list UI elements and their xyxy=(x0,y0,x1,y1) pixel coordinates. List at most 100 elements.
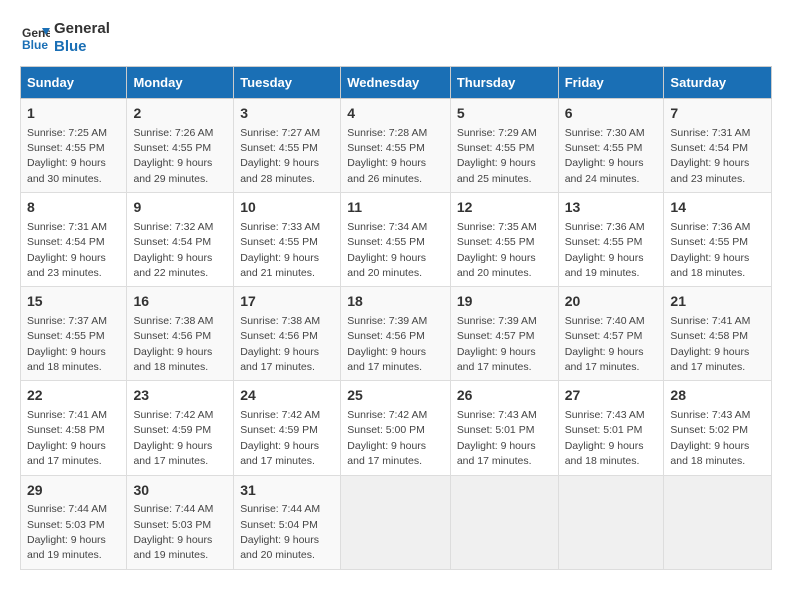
day-number: 13 xyxy=(565,198,658,218)
day-cell: 28 Sunrise: 7:43 AM Sunset: 5:02 PM Dayl… xyxy=(664,381,772,475)
day-number: 9 xyxy=(133,198,227,218)
logo-line1: General xyxy=(54,20,110,38)
day-cell: 27 Sunrise: 7:43 AM Sunset: 5:01 PM Dayl… xyxy=(558,381,664,475)
day-info: Sunrise: 7:39 AM Sunset: 4:57 PM Dayligh… xyxy=(457,315,537,373)
day-cell: 17 Sunrise: 7:38 AM Sunset: 4:56 PM Dayl… xyxy=(234,287,341,381)
day-cell xyxy=(341,475,451,569)
day-info: Sunrise: 7:44 AM Sunset: 5:04 PM Dayligh… xyxy=(240,503,320,561)
day-info: Sunrise: 7:38 AM Sunset: 4:56 PM Dayligh… xyxy=(240,315,320,373)
day-number: 31 xyxy=(240,481,334,501)
day-info: Sunrise: 7:32 AM Sunset: 4:54 PM Dayligh… xyxy=(133,221,213,279)
week-row-1: 1 Sunrise: 7:25 AM Sunset: 4:55 PM Dayli… xyxy=(21,99,772,193)
day-number: 19 xyxy=(457,292,552,312)
day-cell: 22 Sunrise: 7:41 AM Sunset: 4:58 PM Dayl… xyxy=(21,381,127,475)
day-cell: 18 Sunrise: 7:39 AM Sunset: 4:56 PM Dayl… xyxy=(341,287,451,381)
day-info: Sunrise: 7:36 AM Sunset: 4:55 PM Dayligh… xyxy=(565,221,645,279)
header-tuesday: Tuesday xyxy=(234,67,341,99)
day-cell: 14 Sunrise: 7:36 AM Sunset: 4:55 PM Dayl… xyxy=(664,193,772,287)
day-info: Sunrise: 7:42 AM Sunset: 4:59 PM Dayligh… xyxy=(240,409,320,467)
day-number: 3 xyxy=(240,104,334,124)
day-number: 24 xyxy=(240,386,334,406)
day-info: Sunrise: 7:28 AM Sunset: 4:55 PM Dayligh… xyxy=(347,127,427,185)
day-number: 2 xyxy=(133,104,227,124)
day-cell: 30 Sunrise: 7:44 AM Sunset: 5:03 PM Dayl… xyxy=(127,475,234,569)
day-cell xyxy=(664,475,772,569)
day-info: Sunrise: 7:36 AM Sunset: 4:55 PM Dayligh… xyxy=(670,221,750,279)
day-number: 4 xyxy=(347,104,444,124)
day-info: Sunrise: 7:34 AM Sunset: 4:55 PM Dayligh… xyxy=(347,221,427,279)
day-info: Sunrise: 7:43 AM Sunset: 5:01 PM Dayligh… xyxy=(565,409,645,467)
day-number: 26 xyxy=(457,386,552,406)
day-info: Sunrise: 7:44 AM Sunset: 5:03 PM Dayligh… xyxy=(133,503,213,561)
day-number: 11 xyxy=(347,198,444,218)
day-info: Sunrise: 7:26 AM Sunset: 4:55 PM Dayligh… xyxy=(133,127,213,185)
week-row-2: 8 Sunrise: 7:31 AM Sunset: 4:54 PM Dayli… xyxy=(21,193,772,287)
header-friday: Friday xyxy=(558,67,664,99)
day-number: 25 xyxy=(347,386,444,406)
day-info: Sunrise: 7:29 AM Sunset: 4:55 PM Dayligh… xyxy=(457,127,537,185)
day-number: 1 xyxy=(27,104,120,124)
day-cell: 20 Sunrise: 7:40 AM Sunset: 4:57 PM Dayl… xyxy=(558,287,664,381)
header-row: SundayMondayTuesdayWednesdayThursdayFrid… xyxy=(21,67,772,99)
day-cell: 2 Sunrise: 7:26 AM Sunset: 4:55 PM Dayli… xyxy=(127,99,234,193)
day-number: 14 xyxy=(670,198,765,218)
day-info: Sunrise: 7:30 AM Sunset: 4:55 PM Dayligh… xyxy=(565,127,645,185)
calendar-table: SundayMondayTuesdayWednesdayThursdayFrid… xyxy=(20,66,772,570)
day-cell: 8 Sunrise: 7:31 AM Sunset: 4:54 PM Dayli… xyxy=(21,193,127,287)
week-row-3: 15 Sunrise: 7:37 AM Sunset: 4:55 PM Dayl… xyxy=(21,287,772,381)
day-cell: 25 Sunrise: 7:42 AM Sunset: 5:00 PM Dayl… xyxy=(341,381,451,475)
day-cell: 6 Sunrise: 7:30 AM Sunset: 4:55 PM Dayli… xyxy=(558,99,664,193)
day-cell: 13 Sunrise: 7:36 AM Sunset: 4:55 PM Dayl… xyxy=(558,193,664,287)
day-number: 20 xyxy=(565,292,658,312)
header-wednesday: Wednesday xyxy=(341,67,451,99)
day-cell: 24 Sunrise: 7:42 AM Sunset: 4:59 PM Dayl… xyxy=(234,381,341,475)
logo-icon: General Blue xyxy=(20,23,50,53)
day-cell: 10 Sunrise: 7:33 AM Sunset: 4:55 PM Dayl… xyxy=(234,193,341,287)
day-cell: 31 Sunrise: 7:44 AM Sunset: 5:04 PM Dayl… xyxy=(234,475,341,569)
day-info: Sunrise: 7:37 AM Sunset: 4:55 PM Dayligh… xyxy=(27,315,107,373)
day-number: 5 xyxy=(457,104,552,124)
day-number: 17 xyxy=(240,292,334,312)
day-number: 27 xyxy=(565,386,658,406)
day-info: Sunrise: 7:43 AM Sunset: 5:01 PM Dayligh… xyxy=(457,409,537,467)
day-cell: 21 Sunrise: 7:41 AM Sunset: 4:58 PM Dayl… xyxy=(664,287,772,381)
day-cell xyxy=(558,475,664,569)
day-cell: 16 Sunrise: 7:38 AM Sunset: 4:56 PM Dayl… xyxy=(127,287,234,381)
day-cell: 11 Sunrise: 7:34 AM Sunset: 4:55 PM Dayl… xyxy=(341,193,451,287)
day-info: Sunrise: 7:38 AM Sunset: 4:56 PM Dayligh… xyxy=(133,315,213,373)
logo-line2: Blue xyxy=(54,38,110,56)
day-cell: 23 Sunrise: 7:42 AM Sunset: 4:59 PM Dayl… xyxy=(127,381,234,475)
day-cell: 26 Sunrise: 7:43 AM Sunset: 5:01 PM Dayl… xyxy=(450,381,558,475)
day-cell: 19 Sunrise: 7:39 AM Sunset: 4:57 PM Dayl… xyxy=(450,287,558,381)
day-info: Sunrise: 7:39 AM Sunset: 4:56 PM Dayligh… xyxy=(347,315,427,373)
header-sunday: Sunday xyxy=(21,67,127,99)
day-number: 16 xyxy=(133,292,227,312)
day-info: Sunrise: 7:44 AM Sunset: 5:03 PM Dayligh… xyxy=(27,503,107,561)
svg-text:Blue: Blue xyxy=(22,38,48,52)
day-number: 22 xyxy=(27,386,120,406)
day-number: 12 xyxy=(457,198,552,218)
header-thursday: Thursday xyxy=(450,67,558,99)
day-cell: 15 Sunrise: 7:37 AM Sunset: 4:55 PM Dayl… xyxy=(21,287,127,381)
logo: General Blue General Blue xyxy=(20,20,110,56)
day-number: 29 xyxy=(27,481,120,501)
day-cell: 1 Sunrise: 7:25 AM Sunset: 4:55 PM Dayli… xyxy=(21,99,127,193)
day-info: Sunrise: 7:33 AM Sunset: 4:55 PM Dayligh… xyxy=(240,221,320,279)
day-cell: 9 Sunrise: 7:32 AM Sunset: 4:54 PM Dayli… xyxy=(127,193,234,287)
day-cell: 29 Sunrise: 7:44 AM Sunset: 5:03 PM Dayl… xyxy=(21,475,127,569)
page-header: General Blue General Blue xyxy=(20,20,772,56)
day-info: Sunrise: 7:42 AM Sunset: 4:59 PM Dayligh… xyxy=(133,409,213,467)
day-cell: 7 Sunrise: 7:31 AM Sunset: 4:54 PM Dayli… xyxy=(664,99,772,193)
day-cell: 4 Sunrise: 7:28 AM Sunset: 4:55 PM Dayli… xyxy=(341,99,451,193)
day-number: 8 xyxy=(27,198,120,218)
day-info: Sunrise: 7:27 AM Sunset: 4:55 PM Dayligh… xyxy=(240,127,320,185)
day-info: Sunrise: 7:35 AM Sunset: 4:55 PM Dayligh… xyxy=(457,221,537,279)
week-row-5: 29 Sunrise: 7:44 AM Sunset: 5:03 PM Dayl… xyxy=(21,475,772,569)
day-number: 10 xyxy=(240,198,334,218)
day-number: 30 xyxy=(133,481,227,501)
day-number: 7 xyxy=(670,104,765,124)
day-number: 6 xyxy=(565,104,658,124)
day-info: Sunrise: 7:41 AM Sunset: 4:58 PM Dayligh… xyxy=(27,409,107,467)
day-number: 21 xyxy=(670,292,765,312)
day-info: Sunrise: 7:42 AM Sunset: 5:00 PM Dayligh… xyxy=(347,409,427,467)
